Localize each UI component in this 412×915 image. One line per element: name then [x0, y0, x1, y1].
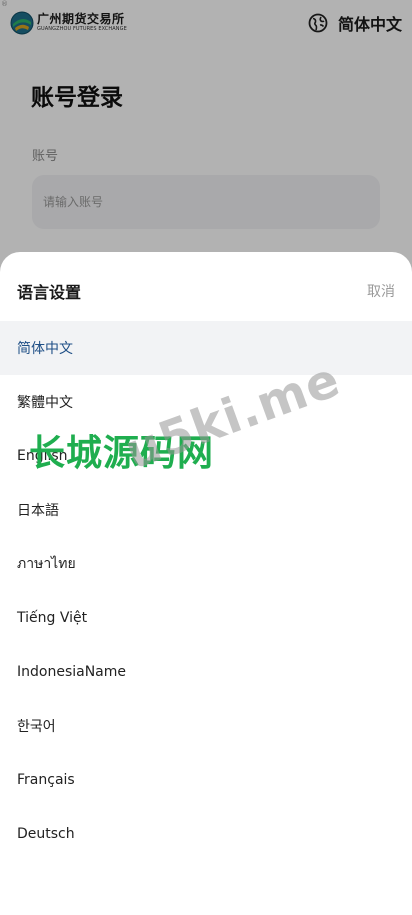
cancel-button[interactable]: 取消 [367, 281, 395, 301]
language-option-id[interactable]: IndonesiaName [0, 645, 412, 699]
language-option-zh-hans[interactable]: 简体中文 [0, 321, 412, 375]
language-option-fr[interactable]: Français [0, 753, 412, 807]
language-option-vi[interactable]: Tiếng Việt [0, 591, 412, 645]
language-settings-sheet: 语言设置 取消 简体中文 繁體中文 English 日本語 ภาษาไทย Ti… [0, 252, 412, 915]
language-option-de[interactable]: Deutsch [0, 807, 412, 861]
sheet-title: 语言设置 [17, 283, 82, 302]
language-option-ja[interactable]: 日本語 [0, 483, 412, 537]
language-option-th[interactable]: ภาษาไทย [0, 537, 412, 591]
sheet-header: 语言设置 取消 [0, 252, 412, 321]
login-page: ® 广州期货交易所 GUANGZHOU FUTURES EXCHANGE 简体中… [0, 0, 412, 915]
language-option-ko[interactable]: 한국어 [0, 699, 412, 753]
